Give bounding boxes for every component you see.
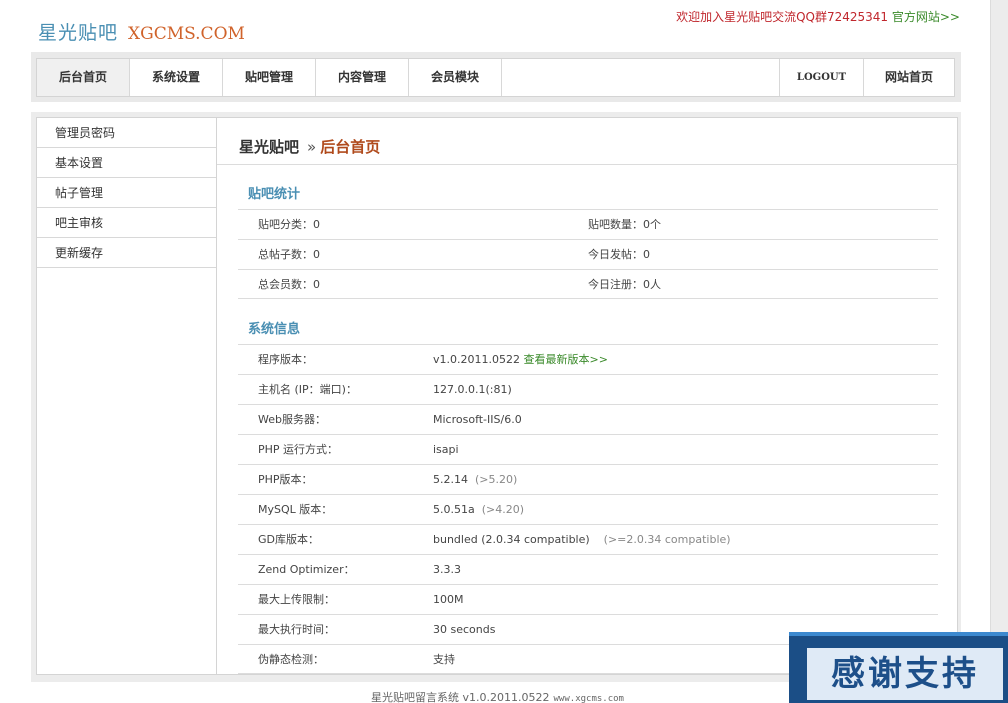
nav-site-home[interactable]: 网站首页 <box>863 59 954 96</box>
sys-value: 5.2.14 (>5.20) <box>433 473 518 486</box>
footer-url: www.xgcms.com <box>553 694 624 703</box>
table-row: GD库版本： bundled (2.0.34 compatible) (>=2.… <box>238 524 938 554</box>
nav-tieba-manage[interactable]: 贴吧管理 <box>223 59 316 96</box>
sys-label: PHP 运行方式： <box>258 443 339 456</box>
sys-label: 伪静态检测： <box>258 653 324 666</box>
breadcrumb-site: 星光贴吧 <box>239 138 300 156</box>
stats-table: 贴吧分类：0 贴吧数量：0个 总帖子数：0 今日发帖：0 总会员数：0 今日注册… <box>238 209 938 299</box>
table-row: 贴吧分类：0 贴吧数量：0个 <box>238 209 938 239</box>
logo-en: XGCMS.COM <box>128 24 245 44</box>
nav-content-manage[interactable]: 内容管理 <box>316 59 409 96</box>
thanks-badge-text: 感谢支持 <box>807 648 1003 700</box>
breadcrumb-separator: » <box>307 138 317 156</box>
sidebar-item-basic-settings[interactable]: 基本设置 <box>37 148 216 178</box>
nav-home[interactable]: 后台首页 <box>37 59 130 96</box>
sidebar: 管理员密码 基本设置 帖子管理 吧主审核 更新缓存 <box>36 117 217 675</box>
sys-label: 最大上传限制： <box>258 593 335 606</box>
sysinfo-table: 程序版本： v1.0.2011.0522 查看最新版本>> 主机名 (IP：端口… <box>238 344 938 674</box>
sys-label: 最大执行时间： <box>258 623 335 636</box>
table-row: PHP版本： 5.2.14 (>5.20) <box>238 464 938 494</box>
table-row: MySQL 版本： 5.0.51a (>4.20) <box>238 494 938 524</box>
stat-today-posts: 今日发帖：0 <box>588 248 650 261</box>
thanks-badge: 感谢支持 <box>789 632 1008 703</box>
table-row: 总帖子数：0 今日发帖：0 <box>238 239 938 269</box>
sidebar-item-post-manage[interactable]: 帖子管理 <box>37 178 216 208</box>
stat-tieba-count: 贴吧数量：0个 <box>588 218 661 231</box>
table-row: 最大上传限制： 100M <box>238 584 938 614</box>
official-site-link[interactable]: 官方网站>> <box>892 10 960 24</box>
navbar: 后台首页 系统设置 贴吧管理 内容管理 会员模块 LOGOUT 网站首页 <box>36 58 955 97</box>
sys-value: Microsoft-IIS/6.0 <box>433 413 522 426</box>
logout-button[interactable]: LOGOUT <box>779 59 863 96</box>
check-latest-version-link[interactable]: 查看最新版本>> <box>524 353 608 366</box>
sidebar-item-moderator-review[interactable]: 吧主审核 <box>37 208 216 238</box>
table-row: 程序版本： v1.0.2011.0522 查看最新版本>> <box>238 344 938 374</box>
table-row: Web服务器： Microsoft-IIS/6.0 <box>238 404 938 434</box>
vertical-scrollbar[interactable] <box>990 0 1008 703</box>
sys-label: PHP版本： <box>258 473 313 486</box>
stats-title: 贴吧统计 <box>248 187 301 202</box>
sys-value: 30 seconds <box>433 623 496 636</box>
nav-system-settings[interactable]: 系统设置 <box>130 59 223 96</box>
sys-value: 5.0.51a (>4.20) <box>433 503 525 516</box>
sys-label: Zend Optimizer： <box>258 563 355 576</box>
requirement-note: (>=2.0.34 compatible) <box>603 533 731 546</box>
requirement-note: (>4.20) <box>481 503 525 516</box>
main-panel: 星光贴吧 » 后台首页 贴吧统计 贴吧分类：0 贴吧数量：0个 总帖子数：0 今日发… <box>217 117 958 675</box>
top-links: 欢迎加入星光贴吧交流QQ群72425341 官方网站>> <box>676 8 960 25</box>
page: 星光贴吧 XGCMS.COM 欢迎加入星光贴吧交流QQ群72425341 官方网站… <box>0 0 1008 703</box>
sys-value: 127.0.0.1(:81) <box>433 383 512 396</box>
stat-category-count: 贴吧分类：0 <box>258 218 320 231</box>
sys-label: 程序版本： <box>258 353 313 366</box>
breadcrumb-current: 后台首页 <box>320 138 381 156</box>
stat-today-registrations: 今日注册：0人 <box>588 278 661 291</box>
sys-label: 主机名 (IP：端口)： <box>258 383 357 396</box>
divider <box>217 164 958 165</box>
sys-label: GD库版本： <box>258 533 319 546</box>
sys-value: 100M <box>433 593 464 606</box>
sidebar-item-update-cache[interactable]: 更新缓存 <box>37 238 216 268</box>
sys-label: MySQL 版本： <box>258 503 333 516</box>
sysinfo-title: 系统信息 <box>248 322 301 337</box>
sys-value: isapi <box>433 443 459 456</box>
table-row: PHP 运行方式： isapi <box>238 434 938 464</box>
table-row: 总会员数：0 今日注册：0人 <box>238 269 938 299</box>
sys-value: 3.3.3 <box>433 563 461 576</box>
qq-group-notice: 欢迎加入星光贴吧交流QQ群72425341 <box>676 10 889 24</box>
sys-label: Web服务器： <box>258 413 326 426</box>
sys-value: v1.0.2011.0522 查看最新版本>> <box>433 353 608 366</box>
sys-value: bundled (2.0.34 compatible) (>=2.0.34 co… <box>433 533 731 546</box>
stat-post-total: 总帖子数：0 <box>258 248 320 261</box>
sidebar-item-admin-password[interactable]: 管理员密码 <box>37 118 216 148</box>
footer-text: 星光贴吧留言系统 v1.0.2011.0522 <box>371 691 550 703</box>
logo-cn: 星光贴吧 <box>38 22 119 44</box>
sys-value: 支持 <box>433 653 455 666</box>
table-row: 主机名 (IP：端口)： 127.0.0.1(:81) <box>238 374 938 404</box>
nav-member-module[interactable]: 会员模块 <box>409 59 502 96</box>
requirement-note: (>5.20) <box>475 473 518 486</box>
breadcrumb: 星光贴吧 » 后台首页 <box>239 136 380 157</box>
stat-member-total: 总会员数：0 <box>258 278 320 291</box>
logo: 星光贴吧 XGCMS.COM <box>38 18 245 45</box>
table-row: Zend Optimizer： 3.3.3 <box>238 554 938 584</box>
